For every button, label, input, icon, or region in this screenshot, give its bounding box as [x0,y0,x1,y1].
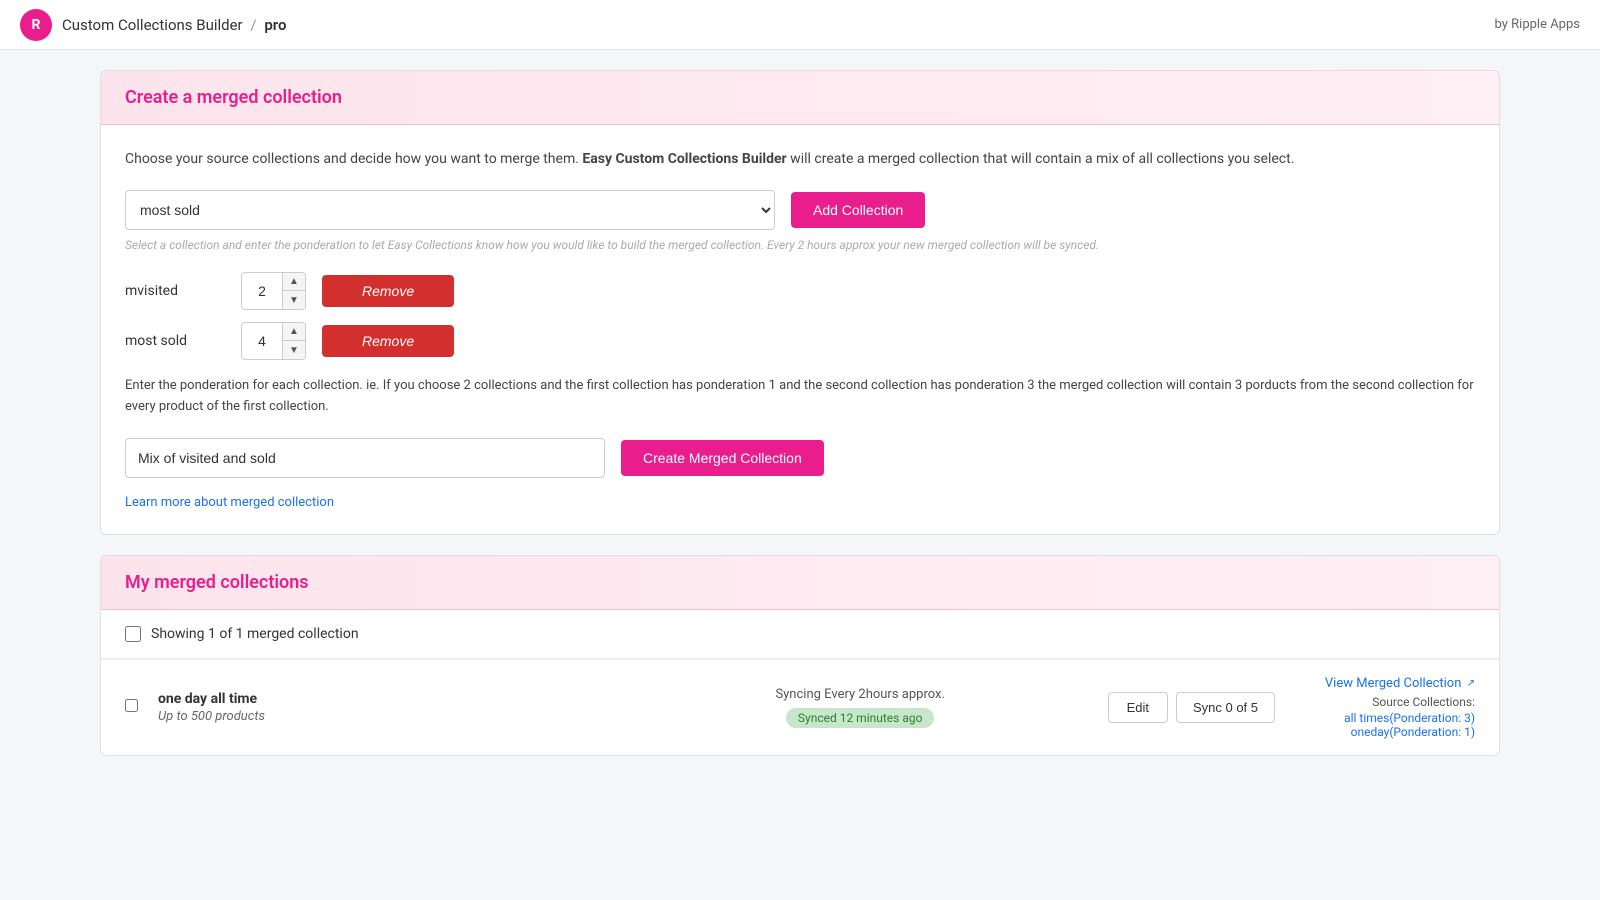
merged-item-row: one day all time Up to 500 products Sync… [101,659,1499,755]
create-row: Create Merged Collection [125,438,1475,478]
learn-more-link[interactable]: Learn more about merged collection [125,495,334,510]
topbar-left: R Custom Collections Builder / pro [20,9,286,41]
title-separator: / [250,16,256,34]
showing-row: Showing 1 of 1 merged collection [101,610,1499,659]
merged-item-info: one day all time Up to 500 products [158,691,613,724]
create-merged-card: Create a merged collection Choose your s… [100,70,1500,535]
source-link-oneday[interactable]: oneday(Ponderation: 1) [1295,725,1475,739]
ponderation-arrows-mvisited: ▲ ▼ [282,273,305,309]
my-collections-header: My merged collections [101,556,1499,610]
ponderation-input-mvisited: ▲ ▼ [241,272,306,310]
merged-item-subtitle: Up to 500 products [158,709,613,724]
collection-name-mostsold: most sold [125,333,225,349]
ponderation-arrows-mostsold: ▲ ▼ [282,323,305,359]
topbar: R Custom Collections Builder / pro by Ri… [0,0,1600,50]
description-bold: Easy Custom Collections Builder [582,151,786,167]
ponderation-up-mvisited[interactable]: ▲ [283,273,305,291]
hint-text: Select a collection and enter the ponder… [125,238,1475,252]
source-collections-label: Source Collections: [1295,695,1475,709]
ponderation-value-mostsold[interactable] [242,329,282,353]
add-collection-button[interactable]: Add Collection [791,192,925,228]
external-link-icon: ↗ [1467,678,1475,689]
collection-item-mostsold: most sold ▲ ▼ Remove [125,322,1475,360]
create-merged-body: Choose your source collections and decid… [101,125,1499,534]
create-merged-button[interactable]: Create Merged Collection [621,440,824,476]
collection-select[interactable]: most sold mvisited most sold [125,190,775,230]
create-merged-title: Create a merged collection [125,87,1475,108]
collection-name-mvisited: mvisited [125,283,225,299]
merged-item-links: View Merged Collection ↗ Source Collecti… [1295,676,1475,739]
byline: by Ripple Apps [1495,17,1580,32]
remove-button-mostsold[interactable]: Remove [322,325,454,357]
ponderation-value-mvisited[interactable] [242,279,282,303]
select-all-checkbox[interactable] [125,626,141,642]
ponderation-down-mostsold[interactable]: ▼ [283,341,305,359]
item-checkbox[interactable] [125,699,138,712]
sync-status-badge: Synced 12 minutes ago [786,708,935,728]
logo-icon: R [20,9,52,41]
description: Choose your source collections and decid… [125,149,1475,170]
main-content: Create a merged collection Choose your s… [80,50,1520,796]
my-collections-card: My merged collections Showing 1 of 1 mer… [100,555,1500,756]
collection-item-mvisited: mvisited ▲ ▼ Remove [125,272,1475,310]
sync-button[interactable]: Sync 0 of 5 [1176,692,1275,723]
my-collections-title: My merged collections [125,572,1475,593]
select-row: most sold mvisited most sold Add Collect… [125,190,1475,230]
source-link-alltimes[interactable]: all times(Ponderation: 3) [1295,711,1475,725]
ponderation-explanation: Enter the ponderation for each collectio… [125,376,1475,418]
showing-text: Showing 1 of 1 merged collection [151,626,359,642]
view-merged-link[interactable]: View Merged Collection ↗ [1295,676,1475,691]
ponderation-down-mvisited[interactable]: ▼ [283,291,305,309]
merged-item-actions: Edit Sync 0 of 5 [1108,692,1275,723]
edit-button[interactable]: Edit [1108,692,1168,723]
item-checkbox-wrapper [125,699,138,716]
ponderation-input-mostsold: ▲ ▼ [241,322,306,360]
merged-name-input[interactable] [125,438,605,478]
ponderation-up-mostsold[interactable]: ▲ [283,323,305,341]
remove-button-mvisited[interactable]: Remove [322,275,454,307]
create-merged-header: Create a merged collection [101,71,1499,125]
app-title: Custom Collections Builder / pro [62,16,286,34]
merged-item-sync: Syncing Every 2hours approx. Synced 12 m… [633,687,1088,728]
merged-item-name: one day all time [158,691,613,707]
sync-schedule: Syncing Every 2hours approx. [633,687,1088,702]
